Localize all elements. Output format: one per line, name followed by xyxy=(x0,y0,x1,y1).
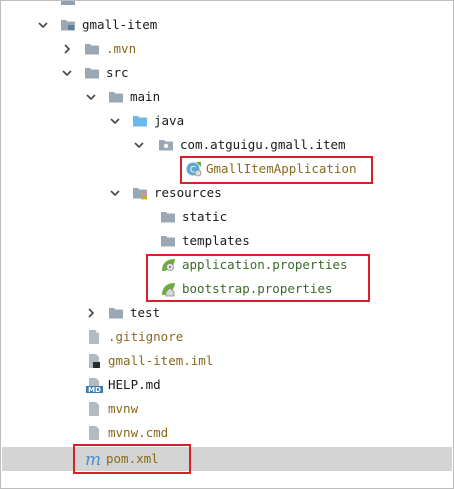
tree-node-gitignore[interactable]: .gitignore xyxy=(2,325,452,349)
tree-node-mvnw-cmd[interactable]: mvnw.cmd xyxy=(2,421,452,445)
tree-node-java[interactable]: java xyxy=(2,109,452,133)
folder-icon xyxy=(160,209,176,225)
text-file-icon xyxy=(86,425,102,441)
maven-badge: m xyxy=(85,451,101,467)
tree-label: resources xyxy=(154,185,222,200)
tree-label: pom.xml xyxy=(106,451,159,466)
tree-label: application.properties xyxy=(182,257,348,272)
tree-node-help-md[interactable]: MD HELP.md xyxy=(2,373,452,397)
tree-scroll-edge xyxy=(61,1,75,5)
source-folder-icon xyxy=(132,113,148,129)
text-file-icon xyxy=(86,401,102,417)
spring-properties-icon xyxy=(160,281,176,297)
tree-label: main xyxy=(130,89,161,104)
tree-label: src xyxy=(106,65,129,80)
folder-icon xyxy=(84,65,100,81)
tree-node-test[interactable]: test xyxy=(2,301,452,325)
tree-label: com.atguigu.gmall.item xyxy=(180,137,346,152)
tree-node-resources[interactable]: resources xyxy=(2,181,452,205)
tree-node-src[interactable]: src xyxy=(2,61,452,85)
chevron-right-icon[interactable] xyxy=(84,306,98,320)
tree-node-static[interactable]: static xyxy=(2,205,452,229)
tree-label: java xyxy=(154,113,185,128)
tree-label: test xyxy=(130,305,161,320)
tree-label: .mvn xyxy=(106,41,137,56)
tree-node-mvnw[interactable]: mvnw xyxy=(2,397,452,421)
tree-label: mvnw.cmd xyxy=(108,425,169,440)
tree-node-application-class[interactable]: C GmallItemApplication xyxy=(2,157,452,181)
tree-node-package[interactable]: com.atguigu.gmall.item xyxy=(2,133,452,157)
tree-label: gmall-item xyxy=(82,17,158,32)
folder-icon xyxy=(108,89,124,105)
tree-node-bootstrap-properties[interactable]: bootstrap.properties xyxy=(2,277,452,301)
tree-node-iml[interactable]: gmall-item.iml xyxy=(2,349,452,373)
folder-icon xyxy=(84,41,100,57)
tree-label: templates xyxy=(182,233,250,248)
tree-label: .gitignore xyxy=(108,329,184,344)
tree-label: mvnw xyxy=(108,401,139,416)
tree-label: HELP.md xyxy=(108,377,161,392)
text-file-icon xyxy=(86,329,102,345)
chevron-down-icon[interactable] xyxy=(84,90,98,104)
chevron-down-icon[interactable] xyxy=(132,138,146,152)
folder-icon xyxy=(108,305,124,321)
package-icon xyxy=(158,137,174,153)
tree-node-pom-xml[interactable]: m pom.xml xyxy=(2,447,452,471)
tree-label: GmallItemApplication xyxy=(206,161,357,176)
tree-node-application-properties[interactable]: application.properties xyxy=(2,253,452,277)
tree-node-mvn[interactable]: .mvn xyxy=(2,37,452,61)
project-tree-panel: gmall-item .mvn src main java com.atguig… xyxy=(0,0,454,489)
tree-node-main[interactable]: main xyxy=(2,85,452,109)
chevron-down-icon[interactable] xyxy=(108,186,122,200)
maven-icon: m xyxy=(84,450,104,470)
spring-properties-icon xyxy=(160,257,176,273)
md-badge: MD xyxy=(88,386,101,393)
tree-node-gmall-item[interactable]: gmall-item xyxy=(2,13,452,37)
tree-label: bootstrap.properties xyxy=(182,281,333,296)
chevron-right-icon[interactable] xyxy=(60,42,74,56)
resources-folder-icon xyxy=(132,185,148,201)
chevron-down-icon[interactable] xyxy=(60,66,74,80)
iml-file-icon xyxy=(86,353,102,369)
markdown-file-icon: MD xyxy=(86,377,103,394)
chevron-down-icon[interactable] xyxy=(108,114,122,128)
folder-icon xyxy=(160,233,176,249)
tree-label: static xyxy=(182,209,228,224)
chevron-down-icon[interactable] xyxy=(36,18,50,32)
spring-boot-class-icon: C xyxy=(186,161,202,177)
tree-label: gmall-item.iml xyxy=(108,353,214,368)
module-folder-icon xyxy=(60,17,76,33)
tree-node-templates[interactable]: templates xyxy=(2,229,452,253)
